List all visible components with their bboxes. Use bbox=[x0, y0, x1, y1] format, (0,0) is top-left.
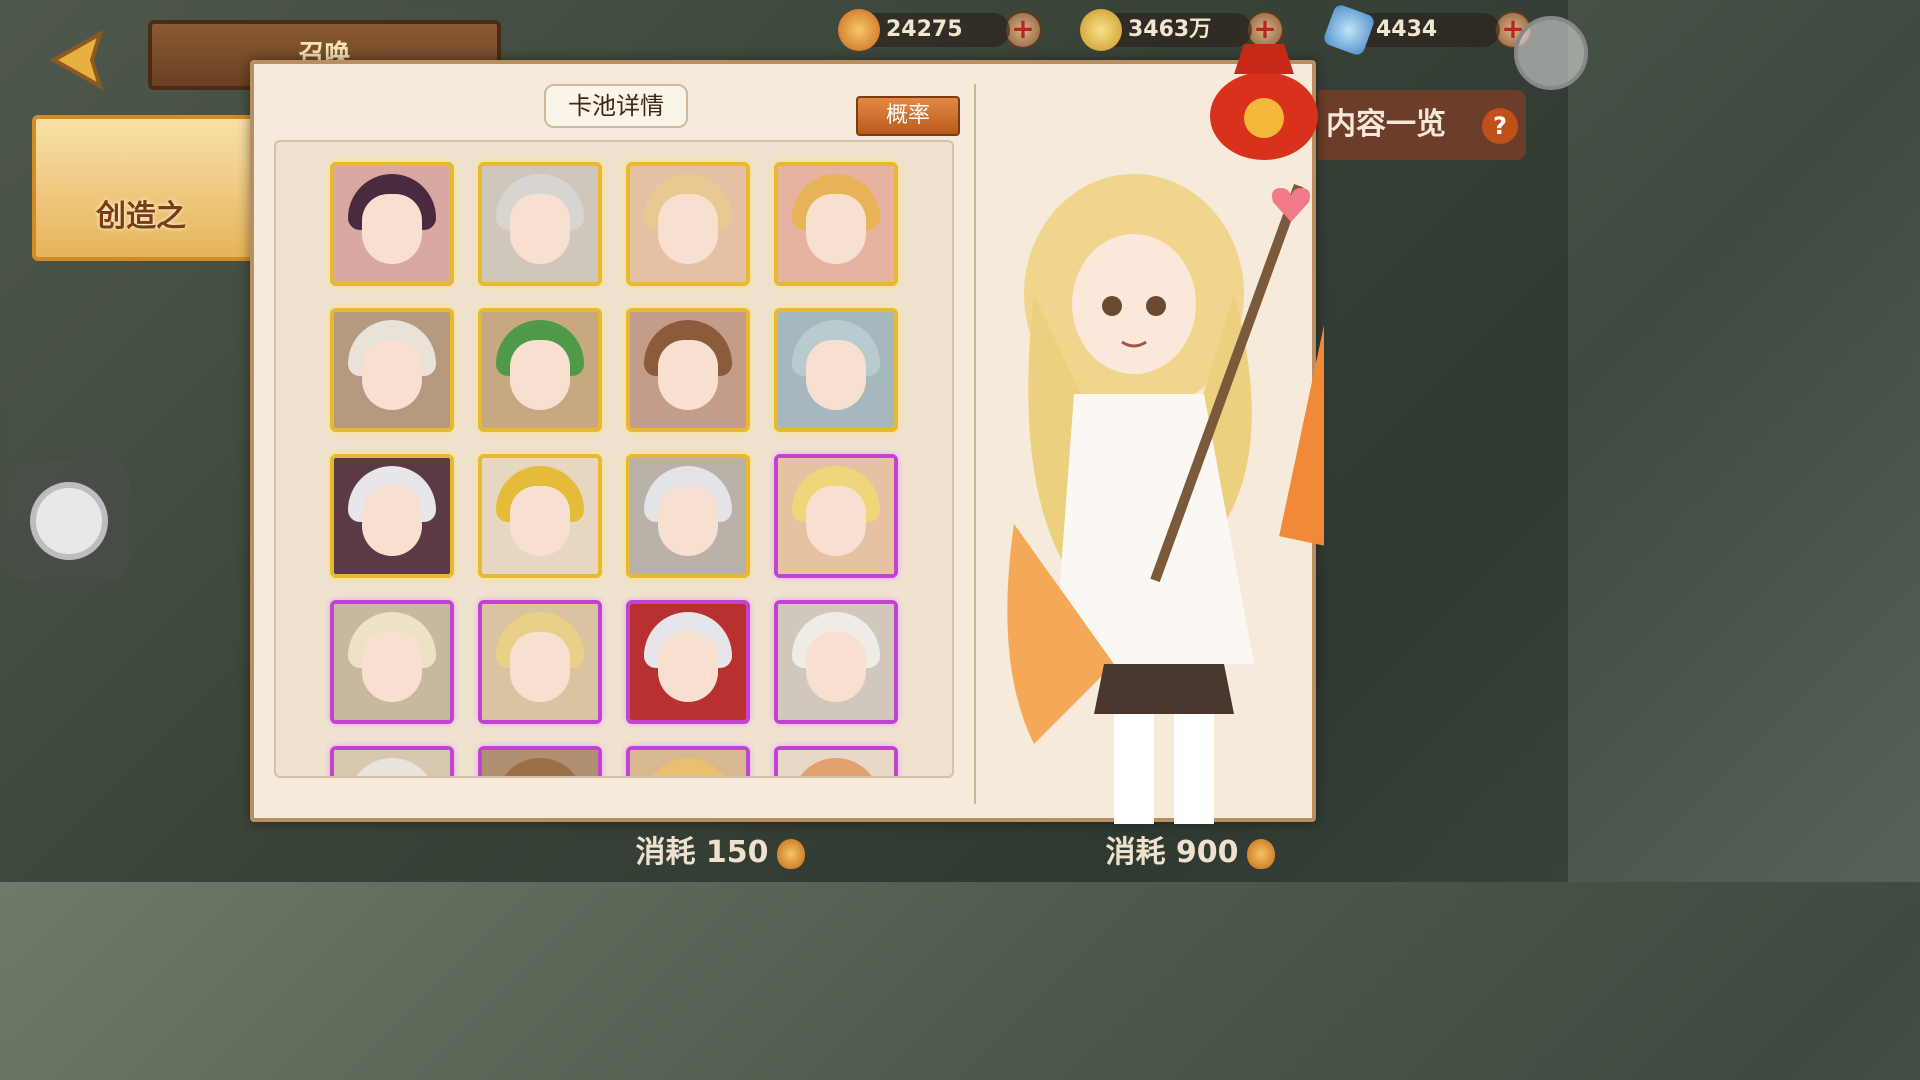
character-card-8[interactable] bbox=[774, 308, 898, 432]
joystick[interactable] bbox=[8, 460, 130, 582]
card-pool-dialog: 卡池详情 概率 bbox=[250, 44, 1324, 824]
character-face bbox=[510, 632, 570, 702]
character-face bbox=[362, 632, 422, 702]
character-card-9[interactable] bbox=[330, 454, 454, 578]
content-list-label: 内容一览 bbox=[1326, 107, 1446, 142]
character-card-17[interactable] bbox=[330, 746, 454, 776]
character-card-10[interactable] bbox=[478, 454, 602, 578]
character-card-2[interactable] bbox=[478, 162, 602, 286]
multi-summon-cost[interactable]: 消耗 900 bbox=[1080, 828, 1300, 878]
heart-icon bbox=[1272, 188, 1310, 222]
character-face bbox=[510, 194, 570, 264]
character-face bbox=[806, 340, 866, 410]
side-banner[interactable]: 创造之 bbox=[32, 115, 270, 261]
character-card-20[interactable] bbox=[774, 746, 898, 776]
dialog-title: 卡池详情 bbox=[544, 84, 688, 128]
multi-cost-label: 消耗 900 bbox=[1105, 835, 1239, 870]
gold-count: 3463万 bbox=[1128, 17, 1212, 42]
back-arrow-icon bbox=[49, 29, 104, 91]
character-face bbox=[806, 194, 866, 264]
menu-circle-button[interactable] bbox=[1514, 16, 1588, 90]
crystal-count: 4434 bbox=[1376, 17, 1438, 42]
character-face bbox=[806, 632, 866, 702]
character-face bbox=[510, 340, 570, 410]
single-summon-cost[interactable]: 消耗 150 bbox=[610, 828, 830, 878]
gold-coin-icon bbox=[1080, 9, 1122, 51]
character-face bbox=[658, 486, 718, 556]
lotus-bulb-icon bbox=[1246, 838, 1275, 869]
lotus-count: 24275 bbox=[886, 17, 963, 42]
character-card-7[interactable] bbox=[626, 308, 750, 432]
crystal-icon bbox=[1322, 3, 1376, 57]
single-cost-label: 消耗 150 bbox=[635, 835, 769, 870]
rate-button[interactable]: 概率 bbox=[856, 96, 960, 136]
character-card-5[interactable] bbox=[330, 308, 454, 432]
character-card-19[interactable] bbox=[626, 746, 750, 776]
character-face bbox=[658, 340, 718, 410]
resource-crystal: 4434 + bbox=[1322, 3, 1532, 57]
card-grid bbox=[274, 140, 954, 778]
character-card-3[interactable] bbox=[626, 162, 750, 286]
character-card-15[interactable] bbox=[626, 600, 750, 724]
character-face bbox=[362, 194, 422, 264]
character-face bbox=[806, 486, 866, 556]
dialog-divider bbox=[974, 84, 976, 804]
character-card-18[interactable] bbox=[478, 746, 602, 776]
character-card-11[interactable] bbox=[626, 454, 750, 578]
character-card-1[interactable] bbox=[330, 162, 454, 286]
joystick-knob[interactable] bbox=[30, 482, 108, 560]
character-card-6[interactable] bbox=[478, 308, 602, 432]
character-card-16[interactable] bbox=[774, 600, 898, 724]
character-card-14[interactable] bbox=[478, 600, 602, 724]
lucky-bag-icon bbox=[1210, 44, 1318, 160]
resource-lotus: 24275 + bbox=[838, 9, 1042, 51]
side-banner-label: 创造之 bbox=[96, 199, 186, 234]
lotus-bulb-icon bbox=[838, 9, 880, 51]
character-face bbox=[510, 486, 570, 556]
lotus-bulb-icon bbox=[776, 838, 805, 869]
character-face bbox=[658, 194, 718, 264]
back-button[interactable] bbox=[40, 28, 120, 92]
character-face bbox=[658, 632, 718, 702]
character-portrait bbox=[1007, 174, 1324, 824]
character-card-12[interactable] bbox=[774, 454, 898, 578]
character-face bbox=[362, 486, 422, 556]
help-icon[interactable]: ? bbox=[1482, 108, 1518, 144]
character-card-13[interactable] bbox=[330, 600, 454, 724]
character-face bbox=[362, 340, 422, 410]
character-card-4[interactable] bbox=[774, 162, 898, 286]
